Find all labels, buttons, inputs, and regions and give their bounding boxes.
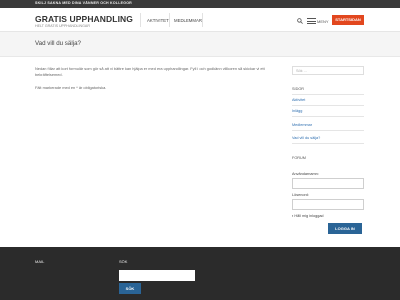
divider xyxy=(292,105,364,106)
remember-label: Håll mig inloggad xyxy=(294,214,324,218)
footer: MAIL SÖK SÖK xyxy=(0,247,400,300)
menu-button[interactable]: MENY xyxy=(307,17,329,25)
login-button[interactable]: LOGGA IN xyxy=(328,223,362,234)
username-field[interactable] xyxy=(292,178,364,189)
sidebar-search-input[interactable]: Sök ... xyxy=(292,66,364,75)
start-button[interactable]: STARTSIDAN xyxy=(332,15,364,25)
site-title[interactable]: GRATIS UPPHANDLING xyxy=(35,14,133,24)
header-divider xyxy=(140,13,141,27)
footer-search-input[interactable] xyxy=(119,270,195,281)
hamburger-icon xyxy=(307,17,316,25)
top-bar: SKILJ SAKNA MED DINA VÄNNER OCH KOLLEGOR xyxy=(0,0,400,8)
header-divider xyxy=(202,13,203,27)
footer-search-heading: SÖK xyxy=(119,259,128,264)
password-label: Lösenord: xyxy=(292,193,309,197)
forum-heading: FORUM xyxy=(292,156,306,160)
footer-mail-heading: MAIL xyxy=(35,259,45,264)
pages-heading: SIDOR xyxy=(292,87,305,91)
page-title: Vad vill du sälja? xyxy=(35,40,81,47)
footer-search-button[interactable]: SÖK xyxy=(119,283,141,294)
page-title-bar: Vad vill du sälja? xyxy=(0,32,400,57)
sidebar-link-medlemmar[interactable]: Medlemmar xyxy=(292,123,312,127)
nav-item-aktivitet[interactable]: AKTIVITET xyxy=(147,18,169,23)
sidebar-link-inlagg[interactable]: Inlägg xyxy=(292,109,302,113)
required-note: Fält markerade med en * är obligatoriska… xyxy=(35,85,107,90)
sidebar-link-aktivitet[interactable]: Aktivitet xyxy=(292,98,305,102)
header-divider xyxy=(169,13,170,27)
divider xyxy=(292,143,364,144)
sidebar-link-vad-vill-du-salja[interactable]: Vad vill du sälja? xyxy=(292,136,320,140)
site-header: GRATIS UPPHANDLING HELT GRATIS UPPHANDLI… xyxy=(0,8,400,32)
menu-label: MENY xyxy=(317,18,329,24)
username-label: Användarnamn: xyxy=(292,172,319,176)
divider xyxy=(292,116,364,117)
site-subtitle: HELT GRATIS UPPHANDLINGAR xyxy=(35,24,90,28)
nav-item-medlemmar[interactable]: MEDLEMMAR xyxy=(174,18,202,23)
intro-paragraph: Nedan fíllar att kort formulär som gör s… xyxy=(35,66,265,77)
divider xyxy=(292,94,364,95)
search-icon[interactable] xyxy=(297,18,303,24)
password-field[interactable] xyxy=(292,199,364,210)
divider xyxy=(292,130,364,131)
top-bar-text: SKILJ SAKNA MED DINA VÄNNER OCH KOLLEGOR xyxy=(35,1,132,5)
remember-me[interactable]: ▪ Håll mig inloggad xyxy=(292,214,324,218)
